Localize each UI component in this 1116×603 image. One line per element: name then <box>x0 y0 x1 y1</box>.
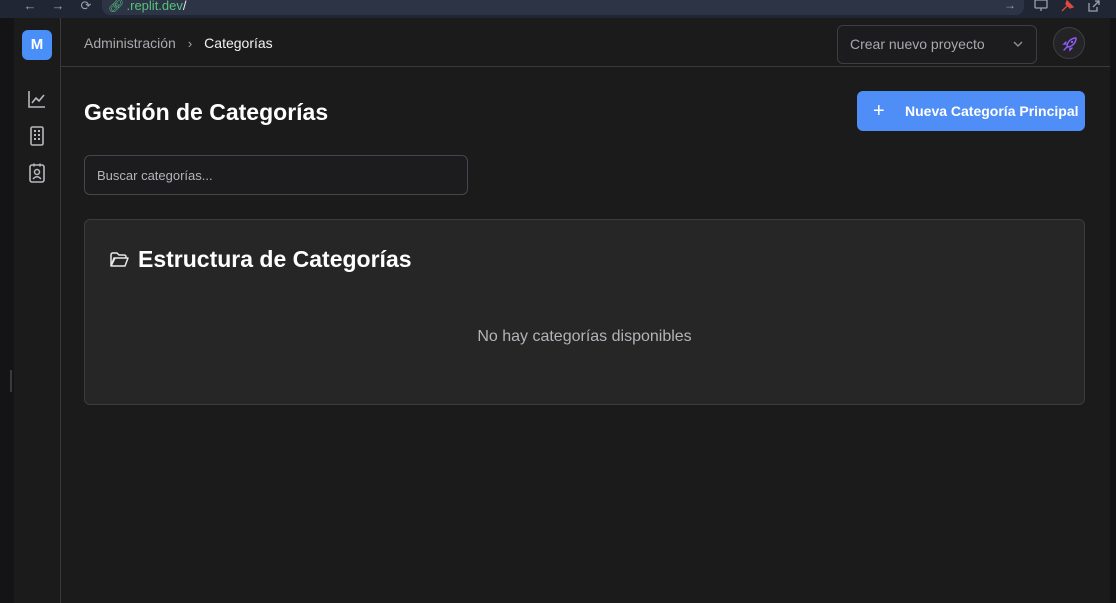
plus-icon: + <box>873 100 885 122</box>
new-main-category-button[interactable]: + Nueva Categoría Principal <box>857 91 1085 131</box>
search-categories-input[interactable] <box>84 155 468 195</box>
resize-grip[interactable] <box>10 370 12 392</box>
open-external-icon[interactable] <box>1086 0 1102 14</box>
monitor-icon[interactable] <box>1033 0 1049 14</box>
address-bar[interactable]: 🔗︎ .replit.dev/ → <box>102 0 1024 15</box>
link-icon: 🔗︎ <box>108 0 125 13</box>
project-select-placeholder: Crear nuevo proyecto <box>850 36 985 52</box>
url-path: / <box>182 0 187 13</box>
card-title: Estructura de Categorías <box>138 246 412 272</box>
empty-state-message: No hay categorías disponibles <box>477 328 692 345</box>
back-arrow-icon[interactable]: ← <box>23 0 37 14</box>
go-arrow-icon[interactable]: → <box>1004 0 1016 11</box>
folder-open-icon <box>110 251 129 267</box>
browser-toolbar: ← → ⟳ 🔗︎ .replit.dev/ → <box>0 0 1116 18</box>
chevron-right-icon: › <box>187 35 193 51</box>
rocket-icon <box>1062 37 1077 52</box>
project-select[interactable]: Crear nuevo proyecto <box>837 25 1037 64</box>
reload-icon[interactable]: ⟳ <box>79 0 93 14</box>
breadcrumb-categorias: Categorías <box>204 35 273 51</box>
top-header: Administración › Categorías Crear nuevo … <box>61 18 1110 67</box>
rocket-button[interactable] <box>1053 27 1085 59</box>
building-icon[interactable] <box>26 125 48 147</box>
window-right-edge <box>1110 18 1116 603</box>
url-domain: .replit.dev <box>126 0 183 13</box>
line-chart-icon[interactable] <box>26 88 48 110</box>
sidebar: M <box>14 18 61 603</box>
breadcrumb-administracion[interactable]: Administración <box>84 35 176 51</box>
new-main-category-label: Nueva Categoría Principal <box>905 103 1079 119</box>
page-title: Gestión de Categorías <box>84 99 329 125</box>
window-left-edge <box>0 18 14 603</box>
pin-icon[interactable] <box>1060 0 1076 14</box>
contact-card-icon[interactable] <box>26 162 48 184</box>
chevron-down-icon <box>1012 26 1024 78</box>
workspace-avatar[interactable]: M <box>22 30 52 60</box>
breadcrumb: Administración › Categorías <box>84 35 273 51</box>
category-structure-card: Estructura de Categorías No hay categorí… <box>84 219 1085 405</box>
forward-arrow-icon[interactable]: → <box>51 0 65 14</box>
card-header: Estructura de Categorías <box>109 246 412 273</box>
